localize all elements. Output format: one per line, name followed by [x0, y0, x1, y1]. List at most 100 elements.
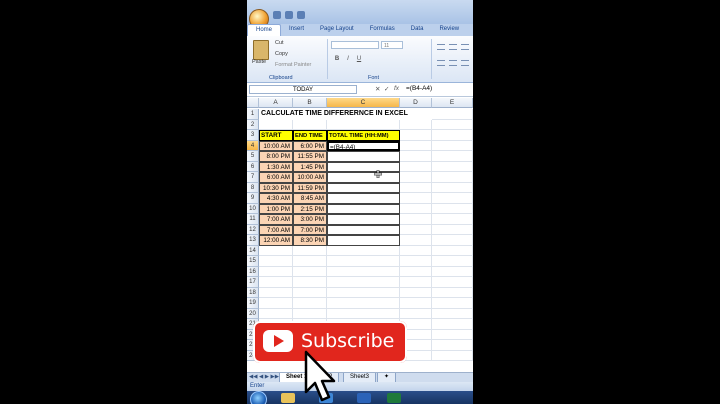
paste-icon[interactable]	[253, 40, 269, 60]
copy-button[interactable]: Copy	[275, 51, 288, 57]
cell[interactable]	[432, 161, 473, 172]
cell[interactable]	[432, 151, 473, 162]
row-header[interactable]: 8	[247, 182, 259, 193]
end-time-cell[interactable]: 3:00 PM	[293, 214, 327, 225]
tab-formulas[interactable]: Formulas	[362, 24, 403, 36]
row-header[interactable]: 9	[247, 193, 259, 204]
sheet-title[interactable]: CALCULATE TIME DIFFERERNCE IN EXCEL	[259, 109, 432, 120]
header-start[interactable]: START	[259, 130, 293, 141]
row-header[interactable]: 15	[247, 256, 259, 267]
paste-button[interactable]: Paste	[252, 59, 266, 65]
row-header[interactable]: 13	[247, 235, 259, 246]
cell[interactable]	[327, 256, 400, 267]
cell[interactable]	[327, 308, 400, 319]
font-name-select[interactable]	[331, 41, 379, 49]
cell[interactable]	[327, 245, 400, 256]
cell[interactable]	[327, 119, 400, 130]
cell[interactable]	[432, 350, 473, 361]
cell[interactable]	[432, 308, 473, 319]
cell[interactable]	[400, 277, 432, 288]
cell[interactable]	[432, 277, 473, 288]
align-center-icon[interactable]	[449, 60, 457, 66]
cell[interactable]	[293, 277, 327, 288]
cell[interactable]	[432, 287, 473, 298]
start-time-cell[interactable]: 10:30 PM	[259, 182, 293, 193]
start-time-cell[interactable]: 7:00 AM	[259, 224, 293, 235]
insert-function-icon[interactable]: fx	[394, 85, 399, 92]
cell[interactable]	[400, 214, 432, 225]
cell[interactable]	[432, 182, 473, 193]
row-header[interactable]: 16	[247, 266, 259, 277]
formula-input[interactable]: =(B4-A4)	[406, 85, 432, 92]
cell[interactable]	[400, 130, 432, 141]
cell[interactable]	[327, 266, 400, 277]
cell[interactable]	[259, 266, 293, 277]
cell[interactable]	[432, 172, 473, 183]
cell[interactable]	[432, 266, 473, 277]
cell[interactable]	[400, 245, 432, 256]
cancel-icon[interactable]: ✕	[375, 85, 380, 93]
cell[interactable]	[259, 277, 293, 288]
total-time-cell[interactable]	[327, 214, 400, 225]
redo-icon[interactable]	[297, 11, 305, 19]
column-header-e[interactable]: E	[432, 98, 473, 108]
save-icon[interactable]	[273, 11, 281, 19]
row-header[interactable]: 5	[247, 151, 259, 162]
cell[interactable]	[293, 256, 327, 267]
end-time-cell[interactable]: 8:45 AM	[293, 193, 327, 204]
total-time-cell[interactable]: =(B4-A4)	[327, 140, 400, 151]
row-header[interactable]: 20	[247, 308, 259, 319]
bold-button[interactable]: B	[333, 55, 341, 63]
cell[interactable]	[259, 308, 293, 319]
undo-icon[interactable]	[285, 11, 293, 19]
row-header[interactable]: 14	[247, 245, 259, 256]
cell[interactable]	[400, 266, 432, 277]
header-end-time[interactable]: END TIME	[293, 130, 327, 141]
cell[interactable]	[400, 140, 432, 151]
cell[interactable]	[400, 182, 432, 193]
align-left-icon[interactable]	[437, 60, 445, 66]
end-time-cell[interactable]: 10:00 AM	[293, 172, 327, 183]
total-time-cell[interactable]	[327, 235, 400, 246]
name-box[interactable]: TODAY	[249, 85, 357, 94]
cell[interactable]	[400, 298, 432, 309]
cell[interactable]	[432, 130, 473, 141]
cell[interactable]	[432, 214, 473, 225]
header-total-time[interactable]: TOTAL TIME (HH:MM)	[327, 130, 400, 141]
total-time-cell[interactable]	[327, 172, 400, 183]
windows-start-icon[interactable]	[250, 391, 267, 404]
row-header[interactable]: 1	[247, 109, 259, 120]
cell[interactable]	[293, 287, 327, 298]
cut-button[interactable]: Cut	[275, 40, 284, 46]
end-time-cell[interactable]: 11:55 PM	[293, 151, 327, 162]
cell[interactable]	[327, 277, 400, 288]
excel-icon[interactable]	[387, 393, 401, 403]
row-header[interactable]: 10	[247, 203, 259, 214]
start-time-cell[interactable]: 8:00 PM	[259, 151, 293, 162]
cell[interactable]	[400, 193, 432, 204]
cell[interactable]	[432, 329, 473, 340]
end-time-cell[interactable]: 7:00 PM	[293, 224, 327, 235]
column-header-b[interactable]: B	[293, 98, 327, 108]
align-right-icon[interactable]	[461, 60, 469, 66]
cell[interactable]	[259, 119, 293, 130]
sheet-nav-icon[interactable]: ◀◀ ◀ ▶ ▶▶	[249, 374, 279, 380]
cell[interactable]	[293, 308, 327, 319]
select-all-corner[interactable]	[247, 98, 259, 108]
cell[interactable]	[432, 340, 473, 351]
row-header[interactable]: 4	[247, 140, 259, 151]
cell[interactable]	[400, 224, 432, 235]
cell[interactable]	[327, 298, 400, 309]
cell[interactable]	[432, 193, 473, 204]
total-time-cell[interactable]	[327, 182, 400, 193]
cell[interactable]	[432, 256, 473, 267]
cell[interactable]	[259, 298, 293, 309]
row-header[interactable]: 19	[247, 298, 259, 309]
tab-page-layout[interactable]: Page Layout	[312, 24, 362, 36]
align-middle-icon[interactable]	[449, 44, 457, 50]
italic-button[interactable]: I	[344, 55, 352, 63]
end-time-cell[interactable]: 1:45 PM	[293, 161, 327, 172]
cell[interactable]	[432, 109, 473, 120]
cell[interactable]	[400, 161, 432, 172]
cell[interactable]	[327, 287, 400, 298]
